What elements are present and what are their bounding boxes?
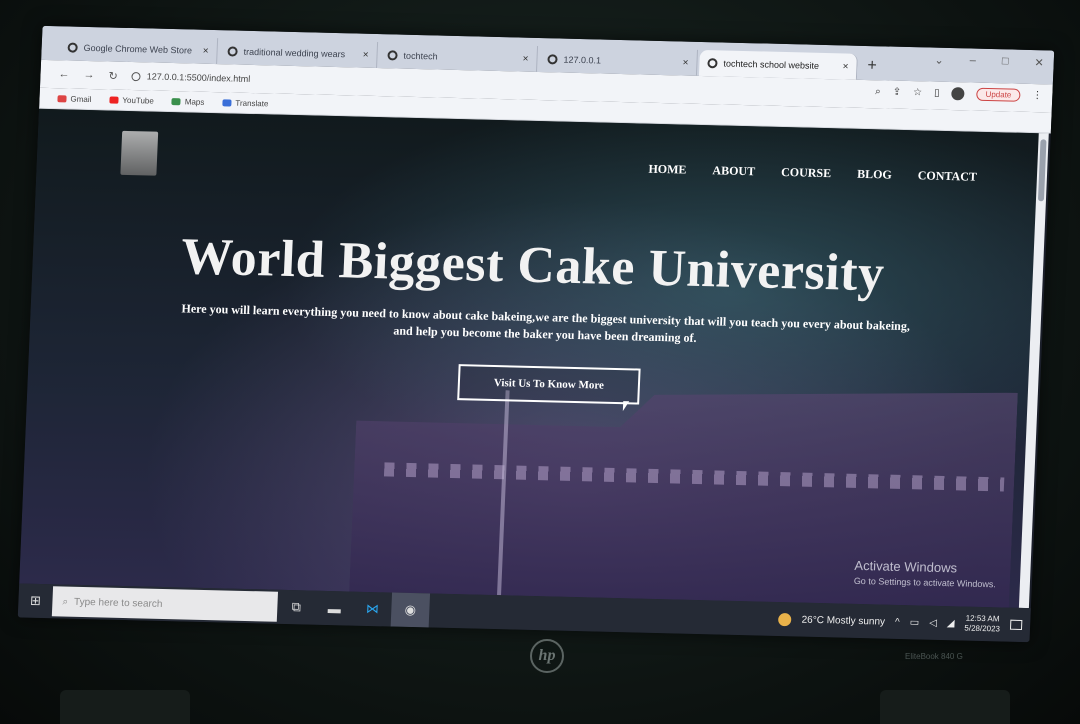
taskbar-search[interactable]: ⌕ Type here to search <box>51 586 279 622</box>
windows-start-icon[interactable]: ⊞ <box>18 592 53 609</box>
tab-close-icon[interactable]: × <box>842 61 848 72</box>
tab-title: Google Chrome Web Store <box>83 42 193 56</box>
tab-title: tochtech <box>403 50 438 62</box>
mouse-cursor-icon <box>622 401 630 412</box>
visit-us-button[interactable]: Visit Us To Know More <box>457 364 641 405</box>
tab-favicon-icon <box>67 42 78 53</box>
maximize-icon[interactable]: □ <box>1002 55 1009 68</box>
laptop-screen: Google Chrome Web Store × traditional we… <box>17 25 1055 643</box>
youtube-icon <box>109 96 119 104</box>
browser-tab-wedding[interactable]: traditional wedding wears × <box>219 38 379 69</box>
back-icon[interactable]: ← <box>58 68 69 80</box>
search-icon: ⌕ <box>62 596 69 608</box>
gmail-icon <box>57 94 67 102</box>
address-bar[interactable]: 127.0.0.1:5500/index.html <box>131 71 251 84</box>
laptop-model-label: EliteBook 840 G <box>905 652 963 661</box>
tab-favicon-icon <box>707 58 718 69</box>
bookmark-youtube[interactable]: YouTube <box>109 95 154 105</box>
tab-favicon-icon <box>547 54 558 65</box>
battery-icon[interactable]: ▭ <box>910 617 920 628</box>
nav-about[interactable]: ABOUT <box>712 163 755 179</box>
side-panel-icon[interactable]: ▯ <box>934 88 940 99</box>
hp-logo: hp <box>530 639 564 673</box>
network-icon[interactable]: ◢ <box>947 618 955 629</box>
close-icon[interactable]: ✕ <box>1034 56 1044 69</box>
bookmark-gmail[interactable]: Gmail <box>57 94 92 104</box>
tab-title: tochtech school website <box>723 58 820 71</box>
bookmark-star-icon[interactable]: ☆ <box>913 87 922 98</box>
profile-avatar[interactable] <box>951 87 965 101</box>
new-tab-button[interactable]: + <box>867 57 877 75</box>
translate-icon <box>222 98 232 106</box>
browser-tab-active[interactable]: tochtech school website × <box>698 49 858 80</box>
share-icon[interactable]: ⇪ <box>892 87 901 98</box>
laptop-bezel: Google Chrome Web Store × traditional we… <box>0 0 1080 724</box>
reload-icon[interactable]: ↻ <box>108 69 118 82</box>
tab-favicon-icon <box>227 46 238 57</box>
toolbar-actions: ⌕ ⇪ ☆ ▯ Update ⋮ <box>875 85 1043 102</box>
tab-title: traditional wedding wears <box>243 46 346 60</box>
activate-windows-watermark: Activate Windows Go to Settings to activ… <box>854 558 997 589</box>
zoom-icon[interactable]: ⌕ <box>875 86 881 97</box>
window-controls: ⌄ – □ ✕ <box>934 54 1044 70</box>
taskbar-clock[interactable]: 12:53 AM 5/28/2023 <box>964 614 1000 635</box>
file-explorer-icon[interactable]: ▬ <box>315 600 354 616</box>
clock-date: 5/28/2023 <box>964 623 1001 634</box>
minimize-icon[interactable]: – <box>969 55 977 68</box>
site-nav: HOME ABOUT COURSE BLOG CONTACT <box>648 162 977 185</box>
site-logo[interactable] <box>120 130 159 176</box>
task-view-icon[interactable]: ⧉ <box>277 599 316 616</box>
tab-close-icon[interactable]: × <box>522 53 528 64</box>
browser-tab-webstore[interactable]: Google Chrome Web Store × <box>59 34 219 65</box>
maps-icon <box>171 97 181 105</box>
hero-description: Here you will learn everything you need … <box>150 300 941 353</box>
tray-chevron-icon[interactable]: ^ <box>895 616 900 627</box>
search-placeholder: Type here to search <box>73 596 163 610</box>
update-button[interactable]: Update <box>976 87 1021 102</box>
nav-contact[interactable]: CONTACT <box>917 168 978 184</box>
laptop-hinge-left <box>60 690 190 724</box>
weather-text[interactable]: 26°C Mostly sunny <box>801 614 885 627</box>
nav-course[interactable]: COURSE <box>781 165 832 181</box>
nav-home[interactable]: HOME <box>648 162 687 178</box>
nav-blog[interactable]: BLOG <box>857 167 892 183</box>
tab-close-icon[interactable]: × <box>203 45 209 56</box>
chrome-taskbar-icon[interactable]: ◉ <box>390 592 431 628</box>
chevron-down-icon[interactable]: ⌄ <box>934 54 944 67</box>
site-info-icon[interactable] <box>131 71 141 81</box>
notification-icon[interactable] <box>1009 619 1023 630</box>
forward-icon[interactable]: → <box>83 69 94 81</box>
volume-icon[interactable]: ◁ <box>929 617 937 628</box>
tab-title: 127.0.0.1 <box>563 54 602 66</box>
tab-close-icon[interactable]: × <box>682 57 688 68</box>
vscode-icon[interactable]: ⋈ <box>353 601 392 618</box>
page-viewport: HOME ABOUT COURSE BLOG CONTACT World Big… <box>19 108 1039 608</box>
browser-tab-tochtech[interactable]: tochtech × <box>379 42 539 72</box>
tab-close-icon[interactable]: × <box>362 49 368 60</box>
weather-icon[interactable] <box>778 612 792 626</box>
hero-title: World Biggest Cake University <box>180 228 886 303</box>
bookmark-translate[interactable]: Translate <box>222 98 269 108</box>
scrollbar-thumb[interactable] <box>1037 139 1047 202</box>
laptop-hinge-right <box>880 690 1010 724</box>
system-tray: 26°C Mostly sunny ^ ▭ ◁ ◢ 12:53 AM 5/28/… <box>778 602 1023 642</box>
tab-favicon-icon <box>387 50 398 61</box>
watermark-title: Activate Windows <box>854 557 958 576</box>
bookmark-maps[interactable]: Maps <box>171 97 205 106</box>
more-menu-icon[interactable]: ⋮ <box>1032 90 1042 101</box>
browser-tab-localhost[interactable]: 127.0.0.1 × <box>538 46 699 76</box>
url-text: 127.0.0.1:5500/index.html <box>146 71 251 84</box>
